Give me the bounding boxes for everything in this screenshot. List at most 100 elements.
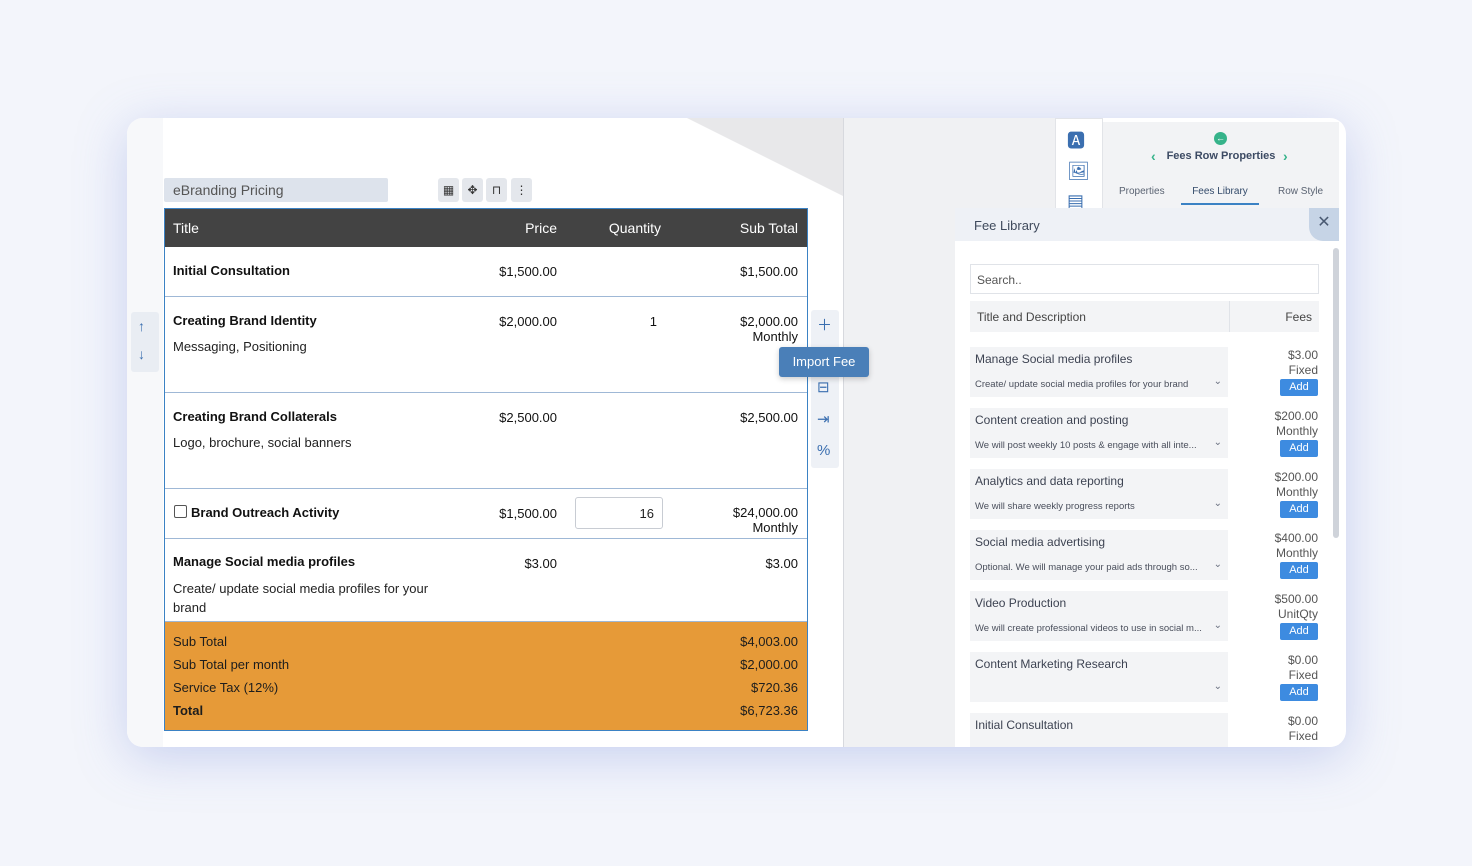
row-subtotal: $1,500.00 bbox=[740, 264, 798, 279]
item-name: Social media advertising bbox=[975, 535, 1106, 549]
percent-icon[interactable]: % bbox=[817, 442, 830, 459]
row-description: Messaging, Positioning bbox=[173, 339, 307, 354]
section-title[interactable]: eBranding Pricing bbox=[164, 178, 388, 202]
total-label: Sub Total per month bbox=[173, 657, 290, 672]
row-price: $2,500.00 bbox=[499, 410, 557, 425]
item-description: We will post weekly 10 posts & engage wi… bbox=[975, 440, 1197, 451]
row-price: $2,000.00 bbox=[499, 314, 557, 329]
add-button[interactable]: Add bbox=[1280, 684, 1318, 701]
tooltip: Import Fee bbox=[779, 347, 869, 377]
total-label: Total bbox=[173, 703, 204, 718]
chevron-down-icon[interactable]: ⌄ bbox=[1214, 376, 1222, 387]
library-item[interactable]: Social media advertising Optional. We wi… bbox=[970, 530, 1319, 582]
header-price: Price bbox=[525, 220, 557, 236]
row-subtotal: $3.00 bbox=[765, 556, 798, 571]
library-column-header: Title and Description Fees bbox=[970, 301, 1319, 332]
library-item[interactable]: Initial Consultation $0.00 Fixed bbox=[970, 713, 1319, 747]
add-button[interactable]: Add bbox=[1280, 562, 1318, 579]
add-button[interactable]: Add bbox=[1280, 440, 1318, 457]
row-price: $3.00 bbox=[524, 556, 557, 571]
add-button[interactable]: Add bbox=[1280, 501, 1318, 518]
library-item[interactable]: Content creation and posting We will pos… bbox=[970, 408, 1319, 460]
add-button[interactable]: Add bbox=[1280, 379, 1318, 396]
add-button[interactable]: Add bbox=[1280, 623, 1318, 640]
item-name: Video Production bbox=[975, 596, 1067, 610]
move-icon[interactable]: ✥ bbox=[462, 178, 483, 202]
chevron-down-icon[interactable]: ⌄ bbox=[1214, 559, 1222, 570]
table-row[interactable]: Creating Brand Collaterals Logo, brochur… bbox=[165, 393, 807, 489]
library-item[interactable]: Content Marketing Research ⌄ $0.00 Fixed … bbox=[970, 652, 1319, 704]
header-quantity: Quantity bbox=[608, 220, 661, 236]
item-name: Analytics and data reporting bbox=[975, 474, 1124, 488]
import-fee-icon[interactable]: ⊟ bbox=[817, 378, 830, 396]
item-fee: $200.00 Monthly bbox=[1274, 470, 1318, 499]
page-fold bbox=[687, 118, 843, 196]
total-value: $6,723.36 bbox=[740, 703, 798, 718]
library-item[interactable]: Manage Social media profiles Create/ upd… bbox=[970, 347, 1319, 399]
move-up-icon[interactable]: ↑ bbox=[138, 318, 145, 334]
tab-fees-library[interactable]: Fees Library bbox=[1181, 186, 1259, 205]
item-fee: $200.00 Monthly bbox=[1274, 409, 1318, 438]
chevron-down-icon[interactable]: ⌄ bbox=[1214, 437, 1222, 448]
row-title: Creating Brand Collaterals bbox=[173, 409, 337, 424]
table-row[interactable]: Manage Social media profiles Create/ upd… bbox=[165, 539, 807, 622]
quantity-input[interactable]: 16 bbox=[575, 497, 663, 529]
row-quantity: 1 bbox=[649, 314, 657, 329]
tab-properties[interactable]: Properties bbox=[1119, 186, 1165, 197]
item-description: We will create professional videos to us… bbox=[975, 623, 1202, 634]
item-fee: $500.00 UnitQty bbox=[1274, 592, 1318, 621]
row-price: $1,500.00 bbox=[499, 506, 557, 521]
total-label: Sub Total bbox=[173, 634, 227, 649]
row-subtotal: $24,000.00 Monthly bbox=[732, 505, 798, 535]
tab-row-style[interactable]: Row Style bbox=[1278, 186, 1323, 197]
row-title: Manage Social media profiles bbox=[173, 554, 356, 569]
item-description: Optional. We will manage your paid ads t… bbox=[975, 562, 1198, 573]
editor-window: eBranding Pricing ▦ ✥ ⊓ ⋮ ↑ ↓ Title Pric… bbox=[127, 118, 1346, 747]
table-row[interactable]: Brand Outreach Activity $1,500.00 16 $24… bbox=[165, 489, 807, 539]
fee-library-panel: Fee Library ✕ Search.. Title and Descrip… bbox=[955, 208, 1339, 747]
element-icons: 🅰 🖼 ▤ bbox=[1055, 118, 1103, 211]
close-icon[interactable]: ✕ bbox=[1309, 208, 1339, 241]
item-description: Create/ update social media profiles for… bbox=[975, 379, 1189, 390]
row-reorder: ↑ ↓ bbox=[131, 312, 159, 372]
more-vertical-icon[interactable]: ⋮ bbox=[511, 178, 532, 202]
row-title: Creating Brand Identity bbox=[173, 313, 317, 328]
chevron-down-icon[interactable]: ⌄ bbox=[1214, 620, 1222, 631]
left-gutter bbox=[127, 118, 163, 747]
search-input[interactable]: Search.. bbox=[970, 264, 1319, 294]
table-row[interactable]: Initial Consultation $1,500.00 $1,500.00 bbox=[165, 247, 807, 297]
chevron-down-icon[interactable]: ⌄ bbox=[1214, 498, 1222, 509]
total-value: $4,003.00 bbox=[740, 634, 798, 649]
add-icon[interactable]: ＋ bbox=[817, 314, 832, 335]
column-fees: Fees bbox=[1285, 310, 1312, 324]
table-icon[interactable]: ▦ bbox=[438, 178, 459, 202]
table-header: Title Price Quantity Sub Total bbox=[165, 209, 807, 247]
properties-header: ← ‹ Fees Row Properties › Properties Fee… bbox=[1103, 122, 1339, 210]
chevron-down-icon[interactable]: ⌄ bbox=[1214, 681, 1222, 692]
item-fee: $3.00 Fixed bbox=[1287, 348, 1318, 377]
totals-block: Sub Total $4,003.00 Sub Total per month … bbox=[165, 622, 807, 730]
total-value: $720.36 bbox=[751, 680, 798, 695]
back-icon[interactable]: ← bbox=[1214, 132, 1227, 145]
header-subtotal: Sub Total bbox=[739, 220, 798, 236]
chevron-right-icon[interactable]: › bbox=[1283, 148, 1288, 164]
lock-icon[interactable]: ⊓ bbox=[486, 178, 507, 202]
export-icon[interactable]: ⇥ bbox=[817, 410, 830, 428]
image-icon[interactable]: 🖼 bbox=[1067, 161, 1090, 182]
total-label: Service Tax (12%) bbox=[173, 680, 279, 695]
library-item[interactable]: Video Production We will create professi… bbox=[970, 591, 1319, 643]
text-icon[interactable]: 🅰 bbox=[1067, 127, 1085, 153]
scrollbar[interactable] bbox=[1333, 248, 1339, 538]
panel-title: Fees Row Properties bbox=[1166, 150, 1276, 162]
item-name: Content creation and posting bbox=[975, 413, 1129, 427]
row-description: Logo, brochure, social banners bbox=[173, 435, 352, 450]
table-row[interactable]: Creating Brand Identity Messaging, Posit… bbox=[165, 297, 807, 393]
move-down-icon[interactable]: ↓ bbox=[138, 346, 145, 362]
row-checkbox[interactable] bbox=[174, 505, 187, 518]
pricing-table: Title Price Quantity Sub Total Initial C… bbox=[164, 208, 808, 731]
row-title: Initial Consultation bbox=[173, 263, 290, 278]
item-description: We will share weekly progress reports bbox=[975, 501, 1135, 512]
row-subtotal: $2,000.00 Monthly bbox=[740, 314, 798, 344]
item-fee: $0.00 Fixed bbox=[1287, 714, 1318, 743]
library-item[interactable]: Analytics and data reporting We will sha… bbox=[970, 469, 1319, 521]
